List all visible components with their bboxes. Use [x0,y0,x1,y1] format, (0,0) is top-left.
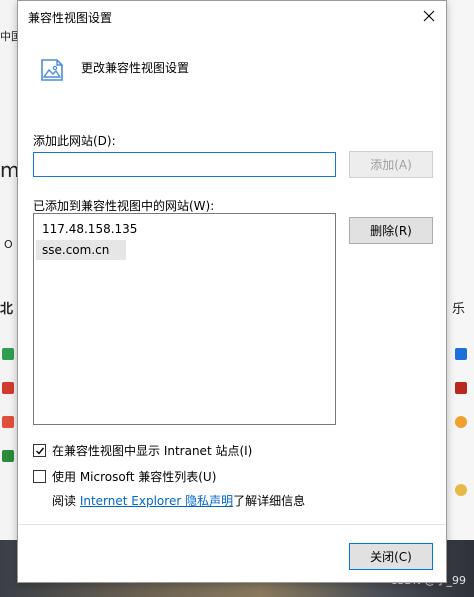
background-fragment-right-char: 乐 [452,302,466,317]
dialog-header: 更改兼容性视图设置 [81,61,190,75]
background-dark-green-icon [2,450,14,462]
background-blue-icon [455,348,467,360]
background-fragment-m: m [0,158,17,182]
add-site-input[interactable] [33,152,336,177]
intranet-checkbox-row[interactable]: 在兼容性视图中显示 Intranet 站点(I) [33,442,252,459]
add-site-label: 添加此网站(D): [33,134,116,148]
microsoft-list-checkbox-label: 使用 Microsoft 兼容性列表(U) [52,470,217,484]
titlebar[interactable]: 兼容性视图设置 [18,1,446,31]
info-prefix: 阅读 [52,494,80,508]
sites-list-label: 已添加到兼容性视图中的网站(W): [33,199,215,213]
close-icon[interactable] [418,5,440,27]
close-button[interactable]: 关闭(C) [349,543,433,570]
privacy-statement-link[interactable]: Internet Explorer 隐私声明 [80,494,233,508]
checkmark-icon [35,447,44,455]
background-orange-circle-icon [455,416,467,428]
remove-button[interactable]: 删除(R) [349,217,433,244]
background-green-icon [2,348,14,360]
background-fragment-o: O [4,238,13,251]
background-fragment-top: 中国 [0,30,17,43]
compatibility-view-dialog: 兼容性视图设置 更改兼容性视图设置 添加此网站(D): 添加(A) 已添加到兼容… [17,0,447,583]
intranet-checkbox[interactable] [33,444,46,457]
background-red-icon [2,382,14,394]
privacy-info-line: 阅读 Internet Explorer 隐私声明了解详细信息 [52,492,305,509]
microsoft-list-checkbox-row[interactable]: 使用 Microsoft 兼容性列表(U) [33,468,216,485]
sites-listbox[interactable]: 117.48.158.135 sse.com.cn [33,213,336,425]
background-yellow-circle-icon [455,484,467,496]
background-fragment-left-char: 北 [0,302,14,317]
intranet-checkbox-label: 在兼容性视图中显示 Intranet 站点(I) [52,444,253,458]
background-red-badge-icon [455,382,467,394]
info-suffix: 了解详细信息 [233,494,306,508]
dialog-title: 兼容性视图设置 [28,11,113,25]
footer-divider [18,524,446,525]
compatibility-picture-icon [38,56,66,84]
microsoft-list-checkbox[interactable] [33,470,46,483]
add-button[interactable]: 添加(A) [349,151,433,178]
background-orange-icon [2,416,14,428]
list-item[interactable]: 117.48.158.135 [36,219,137,239]
list-item[interactable]: sse.com.cn [36,240,126,260]
